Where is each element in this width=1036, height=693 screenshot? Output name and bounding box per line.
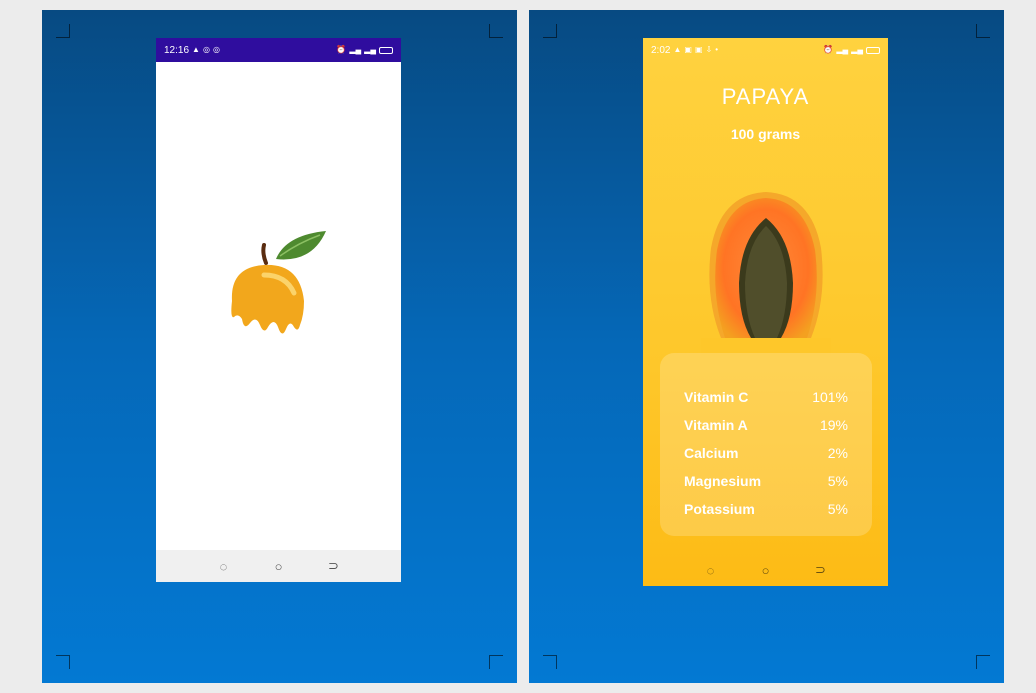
crop-mark (56, 24, 70, 38)
back-icon[interactable]: ⊃ (811, 562, 831, 578)
crop-mark (489, 24, 503, 38)
nutrient-name: Calcium (684, 445, 739, 461)
notification-icon: ▲ (673, 45, 682, 54)
usb-icon: ⇩ (705, 45, 713, 54)
nutrient-card: Vitamin C 101% Vitamin A 19% Calcium 2% … (660, 353, 872, 536)
fruit-detail-screen: 2:02 ▲ ▣ ▣ ⇩ • ⏰ ▂▄ ▂▄ PAPAYA 100 grams (643, 38, 888, 586)
splash-screen: 12:16 ▲ ◎ ◎ ⏰ ▂▄ ▂▄ ◌ ○ ⊃ (156, 38, 401, 582)
slide-left: 12:16 ▲ ◎ ◎ ⏰ ▂▄ ▂▄ ◌ ○ ⊃ (42, 10, 517, 683)
crop-mark (543, 24, 557, 38)
app-logo (231, 231, 326, 334)
nutrient-name: Vitamin C (684, 389, 749, 405)
nutrient-name: Potassium (684, 501, 755, 517)
status-time: 12:16 (164, 44, 190, 56)
nutrient-row: Magnesium 5% (684, 467, 848, 495)
dot-icon: • (715, 45, 719, 54)
nutrient-value: 19% (819, 417, 848, 433)
image-icon: ▣ (684, 45, 692, 54)
signal-icon: ▂▄ (364, 45, 376, 54)
signal-icon: ▂▄ (851, 45, 863, 54)
nutrient-row: Vitamin C 101% (684, 383, 848, 411)
slide-right: 2:02 ▲ ▣ ▣ ⇩ • ⏰ ▂▄ ▂▄ PAPAYA 100 grams (529, 10, 1004, 683)
nutrient-row: Vitamin A 19% (684, 411, 848, 439)
battery-icon (379, 46, 393, 54)
signal-icon: ▂▄ (349, 45, 362, 54)
battery-icon (866, 46, 880, 54)
crop-mark (976, 655, 990, 669)
status-bar: 2:02 ▲ ▣ ▣ ⇩ • ⏰ ▂▄ ▂▄ (643, 38, 888, 62)
image-icon: ▣ (694, 45, 703, 54)
nutrient-name: Vitamin A (684, 417, 748, 433)
nutrient-value: 2% (827, 445, 848, 461)
fruit-title: PAPAYA (721, 84, 810, 109)
notification-icon: ▲ (192, 45, 200, 54)
recents-icon[interactable]: ◌ (701, 563, 721, 578)
home-icon[interactable]: ○ (269, 559, 289, 574)
nutrient-row: Potassium 5% (684, 495, 848, 523)
app-icon: ◎ (202, 45, 210, 54)
status-bar: 12:16 ▲ ◎ ◎ ⏰ ▂▄ ▂▄ (156, 38, 401, 62)
alarm-icon: ⏰ (823, 45, 834, 54)
signal-icon: ▂▄ (836, 45, 849, 54)
crop-mark (489, 655, 503, 669)
serving-size: 100 grams (730, 126, 801, 142)
status-time: 2:02 (651, 44, 671, 56)
nutrient-value: 5% (827, 501, 848, 517)
navigation-bar: ◌ ○ ⊃ (156, 550, 401, 582)
nutrient-name: Magnesium (684, 473, 762, 489)
home-icon[interactable]: ○ (756, 563, 776, 578)
app-icon: ◎ (212, 45, 220, 54)
crop-mark (976, 24, 990, 38)
alarm-icon: ⏰ (336, 45, 347, 54)
recents-icon[interactable]: ◌ (214, 559, 234, 574)
crop-mark (543, 655, 557, 669)
nutrient-value: 5% (827, 473, 848, 489)
back-icon[interactable]: ⊃ (324, 558, 344, 574)
navigation-bar: ◌ ○ ⊃ (643, 554, 888, 586)
nutrient-row: Calcium 2% (684, 439, 848, 467)
papaya-image (701, 192, 831, 358)
nutrient-value: 101% (812, 389, 848, 405)
crop-mark (56, 655, 70, 669)
